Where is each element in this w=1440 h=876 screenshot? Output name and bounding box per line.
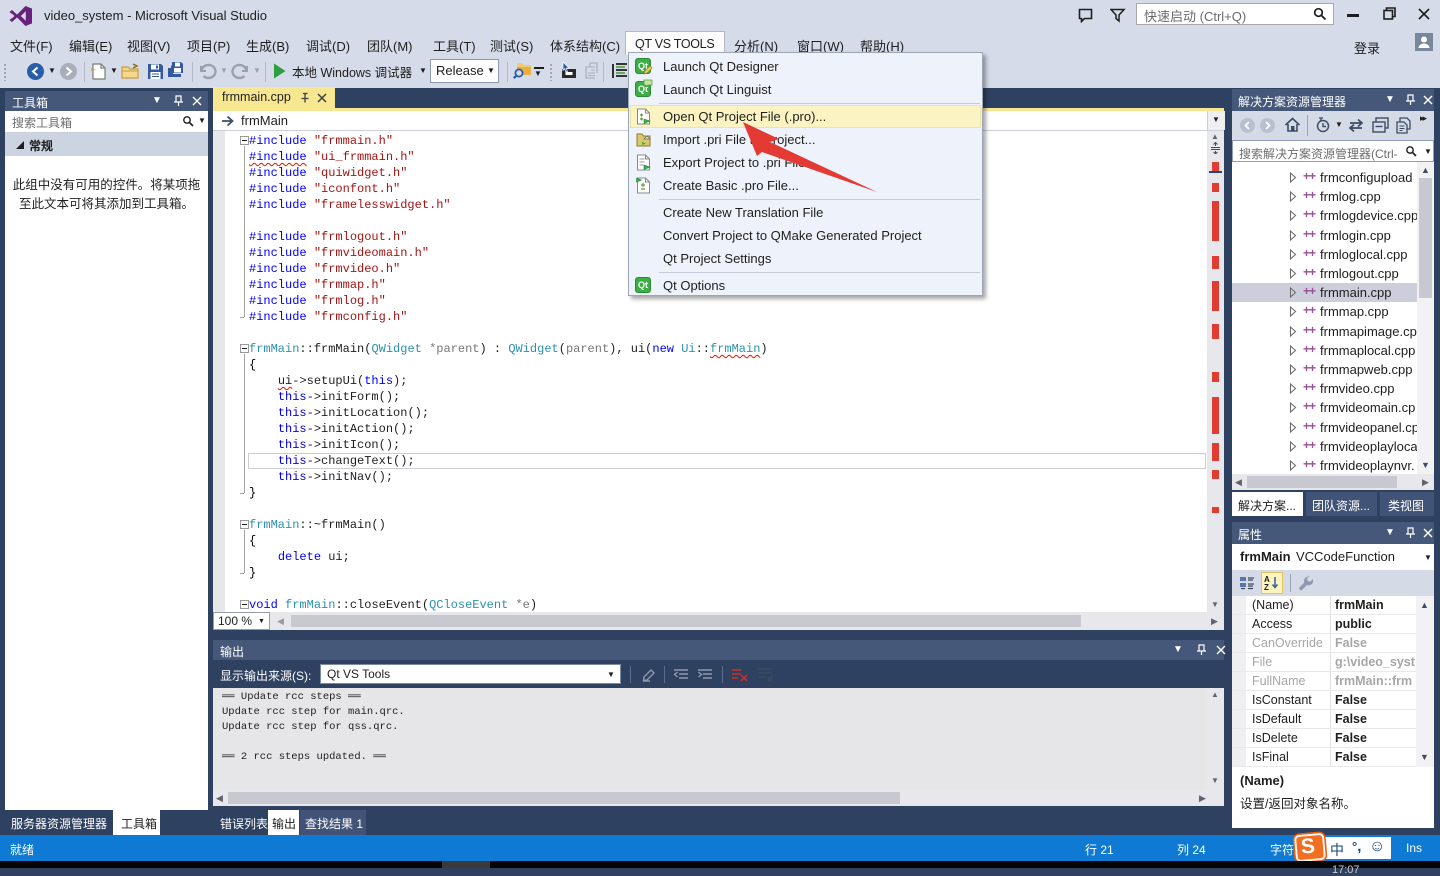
svg-text:Z: Z [1264,583,1269,591]
